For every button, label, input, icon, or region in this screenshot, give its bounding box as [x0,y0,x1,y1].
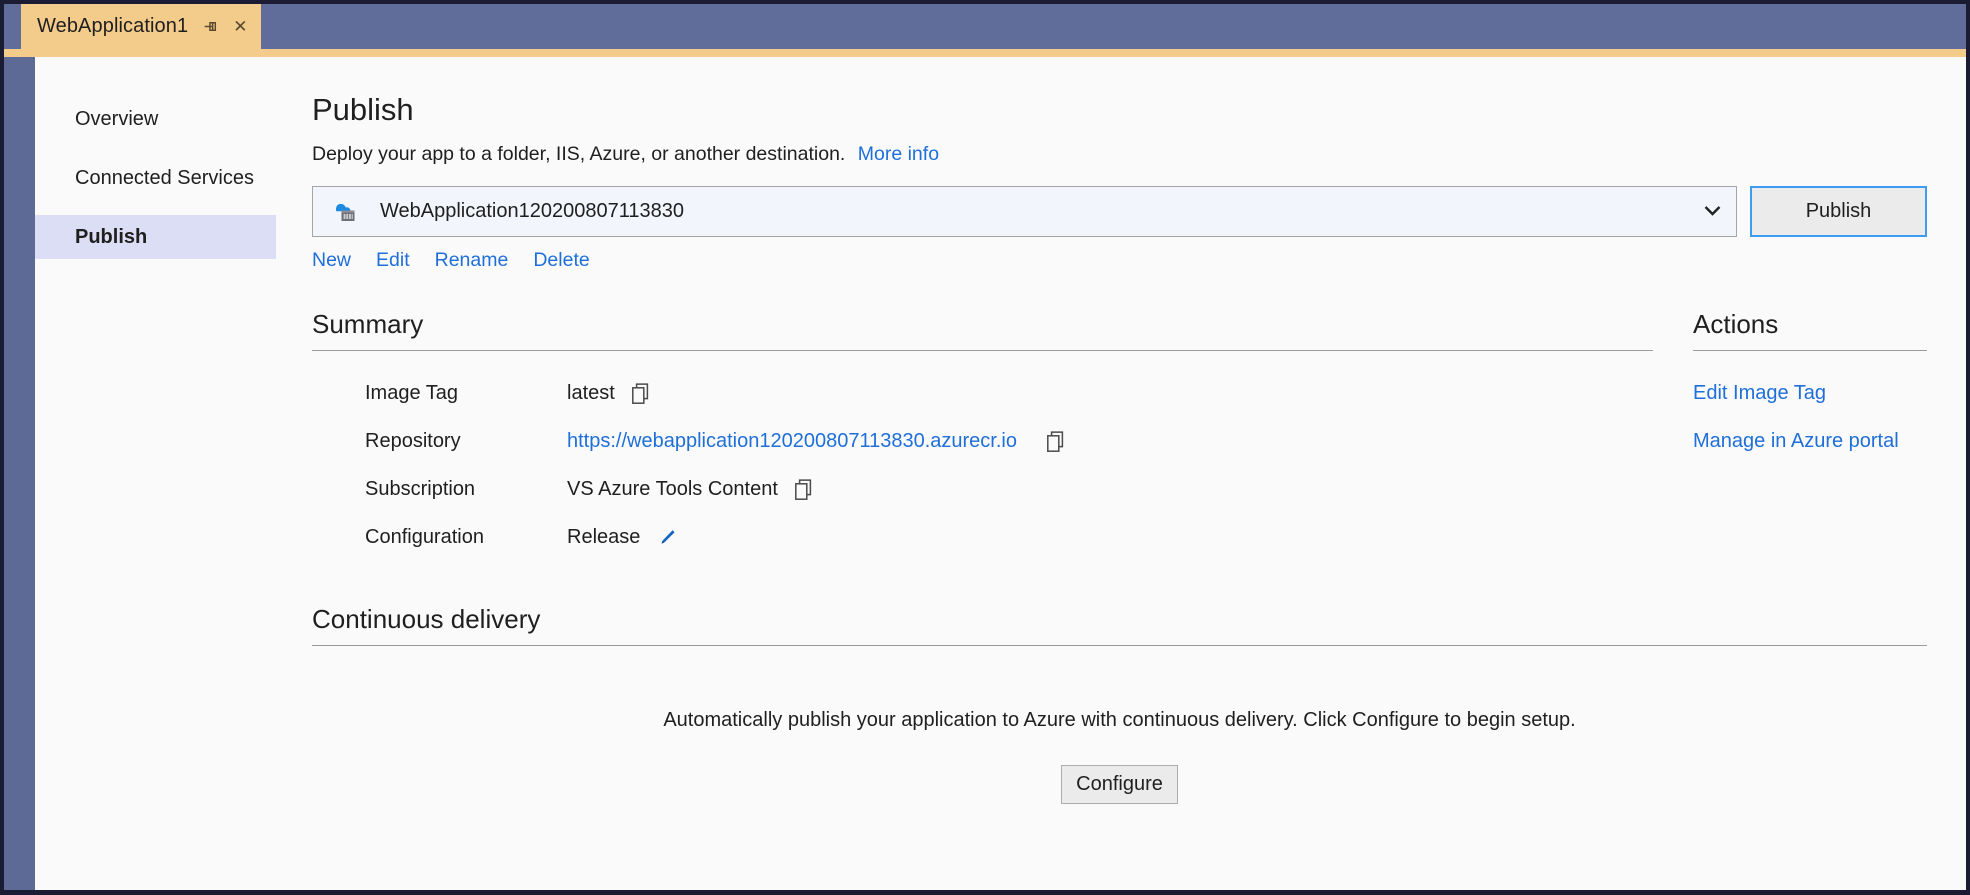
publish-panel: Publish Deploy your app to a folder, IIS… [276,57,1966,890]
table-row: Subscription VS Azure Tools Content [312,473,1653,521]
tab-title: WebApplication1 [37,15,189,37]
page-subtitle: Deploy your app to a folder, IIS, Azure,… [312,143,1966,166]
list-item: Edit Image Tag [1693,377,1927,425]
edit-profile-link[interactable]: Edit [376,249,410,272]
tab-strip: WebApplication1 ✕ [4,4,1966,57]
table-row: Configuration Release [312,521,1653,569]
sidebar-item-publish[interactable]: Publish [35,215,276,259]
subtitle-text: Deploy your app to a folder, IIS, Azure,… [312,143,846,166]
image-tag-value: latest [567,382,615,405]
summary-table: Image Tag latest Repository https://weba… [312,377,1653,569]
azure-container-registry-icon [331,199,361,225]
more-info-link[interactable]: More info [858,143,939,165]
continuous-delivery-heading: Continuous delivery [312,603,541,634]
summary-label: Subscription [365,478,476,501]
subscription-value: VS Azure Tools Content [567,478,778,501]
actions-list: Edit Image Tag Manage in Azure portal [1693,377,1927,473]
rename-profile-link[interactable]: Rename [435,249,509,272]
delete-profile-link[interactable]: Delete [533,249,589,272]
summary-divider [312,349,1653,351]
close-icon[interactable]: ✕ [233,18,247,35]
window-inner: WebApplication1 ✕ Overview Connected Ser… [4,4,1966,890]
summary-label: Image Tag [365,382,459,405]
list-item: Manage in Azure portal [1693,425,1927,473]
profile-actions: New Edit Rename Delete [312,249,1966,272]
tab-underline [4,49,1966,57]
actions-divider [1693,349,1927,351]
document-tab-webapplication1[interactable]: WebApplication1 ✕ [21,4,262,49]
visual-studio-window: WebApplication1 ✕ Overview Connected Ser… [0,0,1970,895]
summary-value-cell: VS Azure Tools Content [567,473,1653,521]
copy-icon[interactable] [631,383,652,405]
publish-button[interactable]: Publish [1750,186,1927,238]
configure-button[interactable]: Configure [1061,764,1178,804]
summary-value-cell: latest [567,377,1653,425]
table-row: Image Tag latest [312,377,1653,425]
sidebar: Overview Connected Services Publish [35,57,276,890]
manage-in-azure-portal-link[interactable]: Manage in Azure portal [1693,430,1899,453]
copy-icon[interactable] [1047,431,1067,453]
new-profile-link[interactable]: New [312,249,351,272]
continuous-delivery-description: Automatically publish your application t… [663,708,1576,731]
sidebar-item-label: Overview [75,107,159,130]
content-frame: Overview Connected Services Publish Publ… [35,57,1966,890]
continuous-delivery-section: Continuous delivery Automatically publis… [312,603,1966,804]
summary-value-cell: https://webapplication120200807113830.az… [567,425,1653,473]
configuration-value: Release [567,526,641,549]
publish-profile-select[interactable]: WebApplication120200807113830 [312,186,1737,238]
continuous-delivery-divider [312,644,1927,646]
table-row: Repository https://webapplication1202008… [312,425,1653,473]
summary-label: Configuration [365,526,484,549]
repository-link[interactable]: https://webapplication120200807113830.az… [567,430,1017,453]
sidebar-item-label: Publish [75,225,148,248]
actions-section: Actions Edit Image Tag Manage in Azure p… [1693,309,1927,473]
pencil-icon[interactable] [657,528,677,548]
actions-heading: Actions [1693,309,1779,340]
configure-button-wrap: Configure [312,764,1927,804]
sidebar-item-connected-services[interactable]: Connected Services [35,156,276,200]
sidebar-item-label: Connected Services [75,166,254,189]
publish-profile-row: WebApplication120200807113830 Publish [312,186,1966,238]
copy-icon[interactable] [794,479,815,501]
summary-heading: Summary [312,309,424,340]
page-title: Publish [312,92,414,127]
publish-profile-value: WebApplication120200807113830 [380,200,684,223]
edit-image-tag-link[interactable]: Edit Image Tag [1693,382,1826,405]
summary-section: Summary Image Tag latest Repository http… [312,309,1653,569]
sidebar-item-overview[interactable]: Overview [35,97,276,141]
summary-and-actions: Summary Image Tag latest Repository http… [312,309,1966,569]
summary-label: Repository [365,430,461,453]
summary-value-cell: Release [567,521,1653,569]
pin-icon[interactable] [202,18,219,35]
chevron-down-icon[interactable] [1704,203,1721,221]
